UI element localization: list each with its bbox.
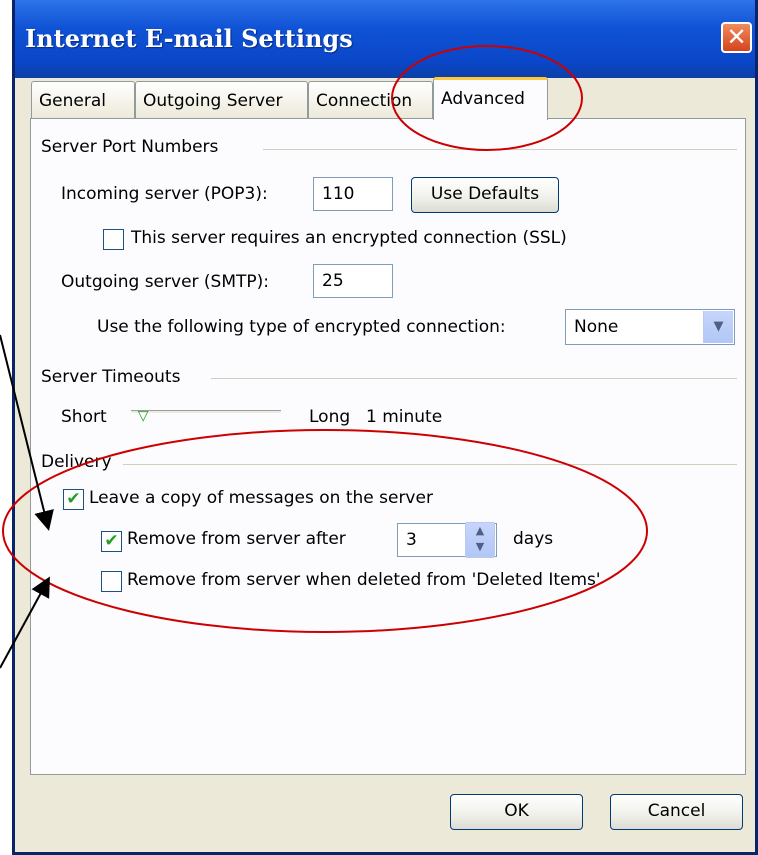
server-port-numbers-heading: Server Port Numbers [41, 137, 219, 157]
remove-deleted-label: Remove from server when deleted from 'De… [127, 570, 601, 590]
outgoing-port-field[interactable]: 25 [313, 264, 393, 298]
encryption-type-value: None [574, 317, 619, 337]
check-icon: ✔ [104, 531, 119, 551]
ok-button[interactable]: OK [450, 794, 583, 830]
tab-connection[interactable]: Connection [308, 81, 433, 119]
days-label: days [513, 529, 554, 549]
remove-after-label: Remove from server after [127, 529, 346, 549]
check-icon: ✔ [66, 489, 81, 509]
cancel-button[interactable]: Cancel [610, 794, 743, 830]
timeout-value: 1 minute [366, 407, 443, 427]
advanced-tab-panel: Server Port Numbers Incoming server (POP… [30, 118, 746, 775]
group-divider [123, 464, 737, 465]
chevron-down-icon[interactable]: ▼ [703, 311, 733, 343]
server-timeouts-heading: Server Timeouts [41, 367, 181, 387]
ssl-label: This server requires an encrypted connec… [131, 228, 567, 248]
encryption-type-label: Use the following type of encrypted conn… [97, 317, 506, 337]
window-title: Internet E-mail Settings [25, 24, 353, 53]
dialog-window: Internet E-mail Settings ✕ General Outgo… [12, 0, 758, 855]
tab-general[interactable]: General [31, 81, 135, 119]
leave-copy-checkbox[interactable]: ✔ [63, 489, 84, 510]
close-button[interactable]: ✕ [721, 22, 752, 53]
timeout-slider-thumb[interactable]: ▽ [138, 409, 154, 423]
outgoing-server-label: Outgoing server (SMTP): [61, 272, 270, 292]
remove-after-days-value: 3 [406, 530, 417, 550]
use-defaults-button[interactable]: Use Defaults [411, 177, 559, 213]
close-icon: ✕ [726, 23, 747, 51]
timeout-long-label: Long [309, 407, 351, 427]
tab-advanced[interactable]: Advanced [433, 77, 548, 120]
group-divider [211, 378, 737, 379]
encryption-type-select[interactable]: None ▼ [565, 309, 735, 345]
spinner-arrows-icon[interactable]: ▲ ▼ [465, 522, 495, 558]
ssl-checkbox[interactable] [103, 229, 124, 250]
incoming-server-label: Incoming server (POP3): [61, 184, 268, 204]
incoming-port-field[interactable]: 110 [313, 177, 393, 211]
remove-after-checkbox[interactable]: ✔ [101, 531, 122, 552]
remove-deleted-checkbox[interactable] [101, 571, 122, 592]
title-bar[interactable]: Internet E-mail Settings ✕ [15, 0, 755, 78]
leave-copy-label: Leave a copy of messages on the server [89, 488, 433, 508]
tab-outgoing-server[interactable]: Outgoing Server [135, 81, 308, 119]
delivery-heading: Delivery [41, 452, 112, 472]
timeout-short-label: Short [61, 407, 107, 427]
group-divider [263, 149, 737, 150]
